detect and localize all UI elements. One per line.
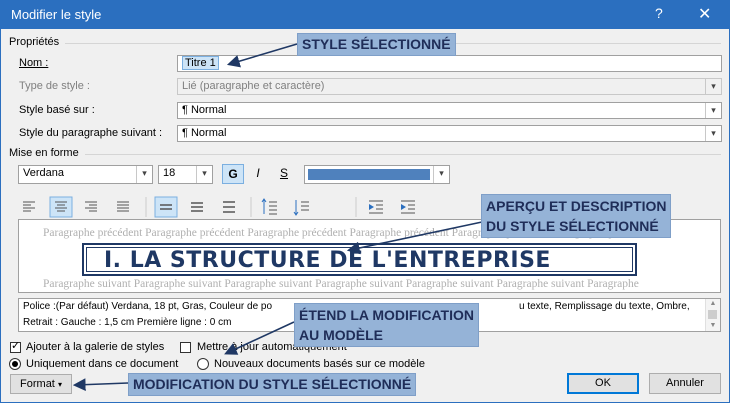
callout-preview-line2: DU STYLE SÉLECTIONNÉ xyxy=(486,218,659,234)
style-type-select[interactable]: Lié (paragraphe et caractère) ▾ xyxy=(177,78,722,95)
decrease-spacing-button[interactable] xyxy=(292,197,314,217)
description-line2: Retrait : Gauche : 1,5 cm Première ligne… xyxy=(23,317,232,328)
font-color-swatch xyxy=(308,169,430,180)
based-on-select[interactable]: ¶ Normal ▾ xyxy=(177,102,722,119)
next-style-value: ¶ Normal xyxy=(182,127,227,139)
callout-extend-line1: ÉTEND LA MODIFICATION xyxy=(299,307,474,323)
close-button[interactable]: ✕ xyxy=(698,4,711,24)
font-select[interactable]: Verdana ▾ xyxy=(18,165,153,184)
callout-extend: ÉTEND LA MODIFICATION AU MODÈLE xyxy=(294,303,479,347)
help-button[interactable]: ? xyxy=(655,5,663,21)
callout-preview-line1: APERÇU ET DESCRIPTION xyxy=(486,198,667,214)
auto-update-checkbox[interactable] xyxy=(180,342,191,353)
preview-heading-box: I. LA STRUCTURE DE L'ENTREPRISE xyxy=(82,243,637,276)
based-on-label: Style basé sur : xyxy=(19,104,95,116)
format-button-label: Format xyxy=(20,378,55,390)
style-type-label: Type de style : xyxy=(19,80,90,92)
separator xyxy=(85,154,721,155)
name-value: Titre 1 xyxy=(182,56,219,70)
font-size-select[interactable]: 18 ▾ xyxy=(158,165,213,184)
align-left-button[interactable] xyxy=(19,197,41,217)
name-field[interactable]: Titre 1 xyxy=(177,55,722,72)
bold-button[interactable]: G xyxy=(222,164,244,184)
properties-group-label: Propriétés xyxy=(9,36,60,48)
line-spacing-double-button[interactable] xyxy=(219,197,241,217)
next-style-label: Style du paragraphe suivant : xyxy=(19,127,163,139)
callout-preview: APERÇU ET DESCRIPTION DU STYLE SÉLECTION… xyxy=(481,194,672,238)
preview-heading: I. LA STRUCTURE DE L'ENTREPRISE xyxy=(104,248,551,273)
cancel-button[interactable]: Annuler xyxy=(649,373,721,394)
callout-style-selected: STYLE SÉLECTIONNÉ xyxy=(297,33,456,56)
line-spacing-1-5-button[interactable] xyxy=(187,197,209,217)
font-value: Verdana xyxy=(23,167,64,179)
dropdown-arrow-icon: ▾ xyxy=(433,166,449,183)
dropdown-arrow-icon: ▾ xyxy=(705,126,721,141)
formatting-group-label: Mise en forme xyxy=(9,147,79,159)
callout-modify: MODIFICATION DU STYLE SÉLECTIONNÉ xyxy=(128,373,417,396)
align-right-button[interactable] xyxy=(81,197,103,217)
format-button[interactable]: Format ▾ xyxy=(10,374,72,394)
dropdown-arrow-icon: ▾ xyxy=(705,103,721,118)
only-this-document-label: Uniquement dans ce document xyxy=(26,358,179,370)
increase-indent-button[interactable] xyxy=(397,197,419,217)
only-this-document-radio[interactable] xyxy=(9,358,21,370)
new-documents-radio[interactable] xyxy=(197,358,209,370)
new-documents-label: Nouveaux documents basés sur ce modèle xyxy=(214,358,425,370)
justify-button[interactable] xyxy=(113,197,135,217)
description-line1-end: u texte, Remplissage du texte, Ombre, xyxy=(519,301,690,312)
description-scrollbar[interactable]: ▲ ▼ xyxy=(705,299,720,331)
title-bar: Modifier le style ? ✕ xyxy=(1,1,729,29)
dropdown-arrow-icon: ▾ xyxy=(136,166,152,183)
dropdown-arrow-icon: ▾ xyxy=(705,79,721,94)
font-color-select[interactable]: ▾ xyxy=(304,165,450,184)
line-spacing-single-button[interactable] xyxy=(155,197,177,217)
name-label: Nom : xyxy=(19,57,49,69)
style-type-value: Lié (paragraphe et caractère) xyxy=(182,80,325,92)
underline-button[interactable]: S xyxy=(273,164,295,184)
add-to-gallery-label: Ajouter à la galerie de styles xyxy=(26,341,165,353)
font-size-value: 18 xyxy=(163,167,176,179)
dropdown-arrow-icon: ▾ xyxy=(196,166,212,183)
callout-extend-line2: AU MODÈLE xyxy=(299,327,383,343)
increase-spacing-button[interactable] xyxy=(260,197,282,217)
dialog-title: Modifier le style xyxy=(11,7,102,22)
add-to-gallery-checkbox[interactable]: ✓ xyxy=(10,340,21,353)
description-line1-start: Police :(Par défaut) Verdana, 18 pt, Gra… xyxy=(23,301,273,312)
next-style-select[interactable]: ¶ Normal ▾ xyxy=(177,125,722,142)
dropdown-arrow-icon: ▾ xyxy=(57,380,62,389)
preview-next-paragraph: Paragraphe suivant Paragraphe suivant Pa… xyxy=(43,278,639,290)
decrease-indent-button[interactable] xyxy=(365,197,387,217)
based-on-value: ¶ Normal xyxy=(182,104,227,116)
italic-button[interactable]: I xyxy=(247,164,269,184)
ok-button[interactable]: OK xyxy=(567,373,639,394)
align-center-button[interactable] xyxy=(50,197,72,217)
